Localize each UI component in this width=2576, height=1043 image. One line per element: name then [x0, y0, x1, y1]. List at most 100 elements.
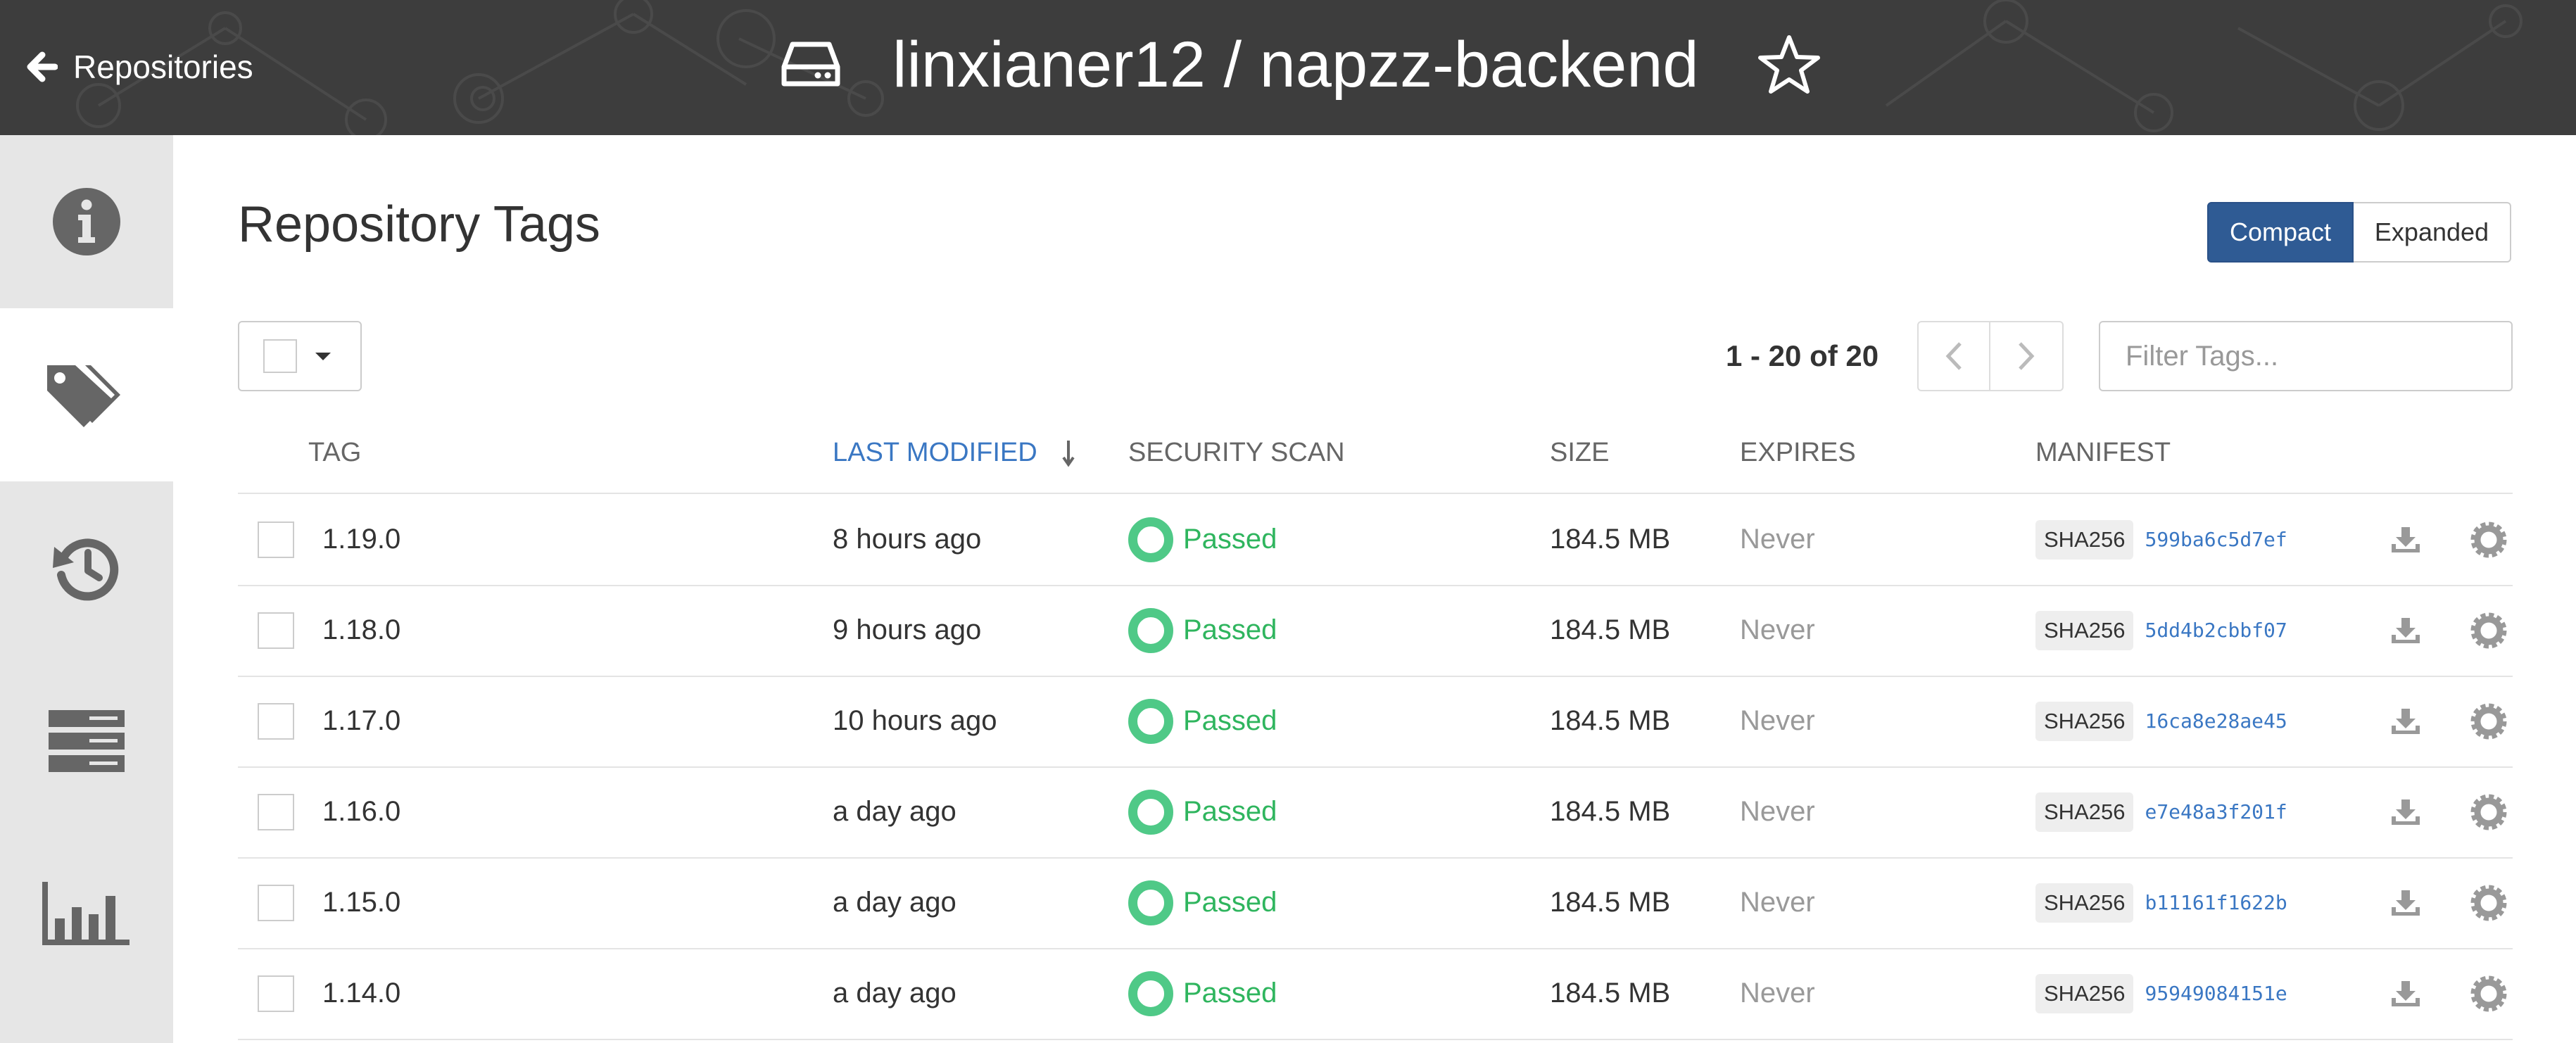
security-scan-status[interactable]: Passed — [1128, 585, 1277, 676]
download-icon[interactable] — [2390, 857, 2421, 948]
row-checkbox[interactable] — [258, 975, 294, 1012]
pagination-count: 1 - 20 of 20 — [1726, 339, 1879, 372]
row-checkbox-cell — [258, 948, 294, 1039]
sidebar-item-usage[interactable] — [0, 828, 173, 1001]
passed-ring-icon — [1128, 607, 1173, 653]
chevron-left-icon — [1945, 341, 1963, 371]
expires-value: Never — [1740, 705, 1815, 736]
sidebar-item-builds[interactable] — [0, 655, 173, 828]
row-checkbox-cell — [258, 494, 294, 585]
back-link-label: Repositories — [73, 49, 253, 85]
passed-ring-icon — [1128, 789, 1173, 835]
security-scan-label: Passed — [1183, 796, 1277, 827]
column-header-tag[interactable]: TAG — [308, 438, 361, 468]
image-size: 184.5 MB — [1550, 796, 1671, 827]
table-row: 1.15.0 a day ago Passed 184.5 MB Never S… — [238, 857, 2513, 949]
column-header-last-modified[interactable]: LAST MODIFIED — [833, 438, 1075, 468]
gear-icon[interactable] — [2470, 494, 2507, 585]
table-row: 1.14.0 a day ago Passed 184.5 MB Never S… — [238, 948, 2513, 1040]
repo-name: linxianer12 / napzz-backend — [892, 28, 1699, 101]
compact-view-button[interactable]: Compact — [2207, 202, 2354, 263]
table-row: 1.16.0 a day ago Passed 184.5 MB Never S… — [238, 766, 2513, 859]
hard-drive-icon — [781, 40, 840, 89]
last-modified: 8 hours ago — [833, 524, 982, 555]
repo-header: Repositories linxianer12 / napzz-backend — [0, 0, 2576, 135]
row-checkbox[interactable] — [258, 521, 294, 558]
download-icon[interactable] — [2390, 948, 2421, 1039]
column-header-size[interactable]: SIZE — [1550, 438, 1609, 468]
gear-icon[interactable] — [2470, 857, 2507, 948]
security-scan-status[interactable]: Passed — [1128, 948, 1277, 1039]
expires-value: Never — [1740, 796, 1815, 827]
security-scan-status[interactable]: Passed — [1128, 857, 1277, 948]
image-size: 184.5 MB — [1550, 614, 1671, 645]
passed-ring-icon — [1128, 971, 1173, 1016]
gear-icon[interactable] — [2470, 676, 2507, 766]
pagination-controls — [1917, 321, 2064, 391]
manifest-digest: SHA256 b11161f1622b — [2035, 857, 2287, 948]
digest-algorithm-badge: SHA256 — [2035, 973, 2134, 1013]
sidebar-item-tags[interactable] — [0, 308, 173, 481]
select-all-dropdown[interactable] — [238, 321, 362, 391]
manifest-digest: SHA256 599ba6c5d7ef — [2035, 494, 2287, 585]
digest-link[interactable]: 5dd4b2cbbf07 — [2145, 619, 2287, 642]
repo-sidebar — [0, 135, 173, 1043]
image-size: 184.5 MB — [1550, 887, 1671, 918]
digest-algorithm-badge: SHA256 — [2035, 519, 2134, 560]
security-scan-status[interactable]: Passed — [1128, 766, 1277, 857]
manifest-digest: SHA256 95949084151e — [2035, 948, 2287, 1039]
security-scan-label: Passed — [1183, 614, 1277, 645]
expanded-view-button[interactable]: Expanded — [2354, 202, 2511, 263]
arrow-left-icon — [27, 51, 58, 82]
tag-name: 1.14.0 — [322, 978, 401, 1009]
row-checkbox[interactable] — [258, 612, 294, 649]
chevron-right-icon — [2017, 341, 2035, 371]
gear-icon[interactable] — [2470, 585, 2507, 676]
digest-link[interactable]: e7e48a3f201f — [2145, 800, 2287, 823]
download-icon[interactable] — [2390, 585, 2421, 676]
row-checkbox-cell — [258, 585, 294, 676]
expires-value: Never — [1740, 887, 1815, 918]
next-page-button[interactable] — [1990, 321, 2064, 391]
tags-icon — [44, 360, 129, 430]
security-scan-status[interactable]: Passed — [1128, 676, 1277, 766]
row-checkbox[interactable] — [258, 702, 294, 740]
gear-icon[interactable] — [2470, 766, 2507, 857]
security-scan-label: Passed — [1183, 887, 1277, 918]
digest-link[interactable]: 95949084151e — [2145, 982, 2287, 1005]
view-toggle: Compact Expanded — [2207, 202, 2511, 263]
download-icon[interactable] — [2390, 766, 2421, 857]
digest-link[interactable]: 16ca8e28ae45 — [2145, 709, 2287, 733]
digest-link[interactable]: 599ba6c5d7ef — [2145, 528, 2287, 551]
previous-page-button[interactable] — [1917, 321, 1990, 391]
manifest-digest: SHA256 e7e48a3f201f — [2035, 766, 2287, 857]
manifest-digest: SHA256 16ca8e28ae45 — [2035, 676, 2287, 766]
last-modified: 9 hours ago — [833, 614, 982, 645]
sidebar-item-info[interactable] — [0, 135, 173, 308]
star-outline-icon[interactable] — [1757, 34, 1821, 96]
column-header-expires[interactable]: EXPIRES — [1740, 438, 1856, 468]
filter-tags-input[interactable] — [2099, 321, 2513, 391]
server-stack-icon — [47, 709, 126, 773]
table-row: 1.18.0 9 hours ago Passed 184.5 MB Never… — [238, 585, 2513, 677]
digest-link[interactable]: b11161f1622b — [2145, 891, 2287, 914]
passed-ring-icon — [1128, 698, 1173, 744]
manifest-digest: SHA256 5dd4b2cbbf07 — [2035, 585, 2287, 676]
last-modified: a day ago — [833, 978, 956, 1009]
column-header-manifest[interactable]: MANIFEST — [2035, 438, 2171, 468]
gear-icon[interactable] — [2470, 948, 2507, 1039]
digest-algorithm-badge: SHA256 — [2035, 701, 2134, 741]
repo-title: linxianer12 / napzz-backend — [781, 15, 1821, 114]
download-icon[interactable] — [2390, 676, 2421, 766]
security-scan-status[interactable]: Passed — [1128, 494, 1277, 585]
back-to-repositories-link[interactable]: Repositories — [27, 37, 253, 97]
expires-value: Never — [1740, 978, 1815, 1009]
sidebar-item-history[interactable] — [0, 481, 173, 655]
download-icon[interactable] — [2390, 494, 2421, 585]
row-checkbox[interactable] — [258, 793, 294, 830]
row-checkbox[interactable] — [258, 884, 294, 921]
select-all-checkbox[interactable] — [263, 339, 297, 373]
page-title: Repository Tags — [238, 196, 600, 253]
column-header-security-scan[interactable]: SECURITY SCAN — [1128, 438, 1345, 468]
info-circle-icon — [53, 188, 120, 255]
